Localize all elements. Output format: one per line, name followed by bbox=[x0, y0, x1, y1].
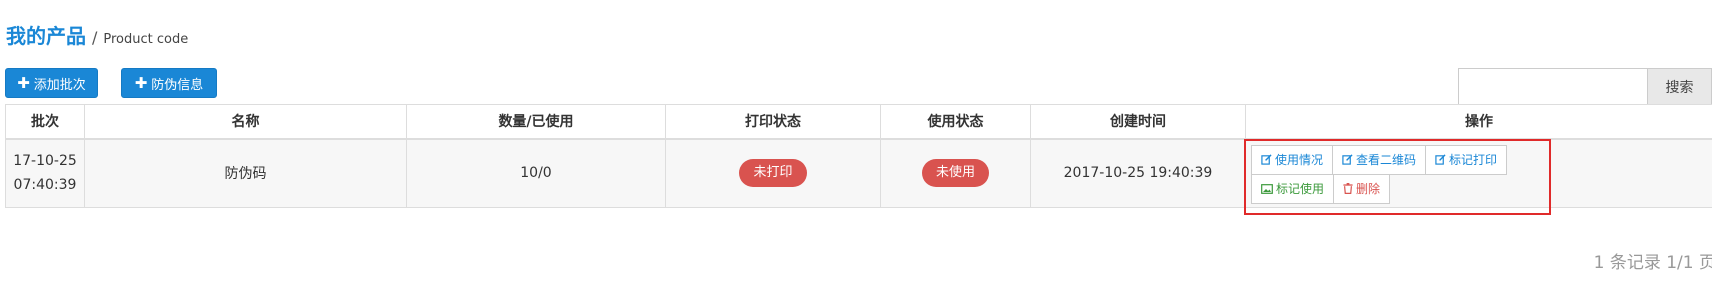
print-status-cell: 未打印 bbox=[665, 138, 881, 208]
anti-fake-info-button[interactable]: ✚ 防伪信息 bbox=[121, 68, 217, 98]
mark-print-label: 标记打印 bbox=[1449, 153, 1498, 167]
search-box: 搜索 bbox=[1458, 68, 1712, 105]
plus-icon: ✚ bbox=[17, 73, 30, 92]
column-header-quantity: 数量/已使用 bbox=[406, 104, 666, 139]
name-cell: 防伪码 bbox=[84, 138, 407, 208]
plus-icon: ✚ bbox=[134, 73, 148, 92]
use-status-badge: 未使用 bbox=[921, 159, 989, 188]
mark-used-label: 标记使用 bbox=[1276, 182, 1325, 196]
column-header-name: 名称 bbox=[84, 104, 407, 139]
table-header-row: 批次 名称 数量/已使用 打印状态 使用状态 创建时间 操作 bbox=[5, 104, 1712, 139]
actions-row-primary: 使用情况 查看二维码 标记打印 bbox=[1251, 144, 1508, 175]
title-separator: / bbox=[92, 28, 98, 47]
batch-table: 批次 名称 数量/已使用 打印状态 使用状态 创建时间 操作 17-10-25 … bbox=[5, 104, 1712, 215]
print-status-badge: 未打印 bbox=[739, 159, 807, 188]
search-input[interactable] bbox=[1458, 68, 1647, 105]
view-qr-label: 查看二维码 bbox=[1356, 153, 1417, 167]
delete-button[interactable]: 删除 bbox=[1333, 173, 1391, 204]
usage-button[interactable]: 使用情况 bbox=[1251, 144, 1334, 175]
created-at-cell: 2017-10-25 19:40:39 bbox=[1030, 138, 1246, 208]
add-batch-button[interactable]: ✚ 添加批次 bbox=[5, 68, 98, 98]
actions-cell: 使用情况 查看二维码 标记打印 标记使用 删除 bbox=[1244, 138, 1712, 215]
view-qr-button[interactable]: 查看二维码 bbox=[1332, 144, 1427, 175]
page-header: 我的产品 / Product code bbox=[6, 20, 189, 48]
anti-fake-info-label: 防伪信息 bbox=[151, 77, 204, 93]
column-header-actions: 操作 bbox=[1245, 104, 1712, 139]
column-header-batch: 批次 bbox=[5, 104, 85, 139]
column-header-created-at: 创建时间 bbox=[1030, 104, 1246, 139]
batch-time: 07:40:39 bbox=[13, 177, 77, 194]
batch-date: 17-10-25 bbox=[13, 153, 77, 170]
pagination-summary: 1 条记录 1/1 页 bbox=[1593, 253, 1712, 273]
mark-used-button[interactable]: 标记使用 bbox=[1251, 173, 1335, 204]
edit-icon bbox=[1435, 154, 1446, 165]
delete-label: 删除 bbox=[1356, 182, 1381, 196]
page-title: 我的产品 bbox=[6, 24, 86, 48]
column-header-print-status: 打印状态 bbox=[665, 104, 881, 139]
add-batch-label: 添加批次 bbox=[33, 77, 86, 93]
table-row: 17-10-25 07:40:39 防伪码 10/0 未打印 未使用 2017-… bbox=[5, 138, 1712, 215]
trash-icon bbox=[1343, 183, 1353, 194]
usage-label: 使用情况 bbox=[1275, 153, 1324, 167]
image-icon bbox=[1261, 183, 1273, 194]
use-status-cell: 未使用 bbox=[880, 138, 1031, 208]
quantity-cell: 10/0 bbox=[406, 138, 666, 208]
mark-print-button[interactable]: 标记打印 bbox=[1425, 144, 1508, 175]
actions-row-secondary: 标记使用 删除 bbox=[1251, 173, 1391, 204]
edit-icon bbox=[1342, 154, 1353, 165]
edit-icon bbox=[1261, 154, 1272, 165]
batch-cell: 17-10-25 07:40:39 bbox=[5, 138, 85, 208]
search-button[interactable]: 搜索 bbox=[1647, 68, 1712, 105]
page-subtitle: Product code bbox=[103, 32, 189, 47]
column-header-use-status: 使用状态 bbox=[880, 104, 1031, 139]
